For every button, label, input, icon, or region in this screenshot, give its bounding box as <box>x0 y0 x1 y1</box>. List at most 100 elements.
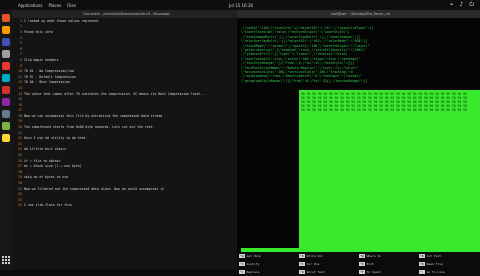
volume-icon[interactable]: ♪ <box>459 1 463 9</box>
shortcut-label: Get Help <box>246 254 262 258</box>
settings-icon[interactable] <box>2 50 10 58</box>
shortcut-key: ^\ <box>239 270 245 274</box>
burp-icon[interactable] <box>2 62 10 70</box>
hex-line: 90 90 90 90 90 90 90 90 90 90 90 90 90 9… <box>301 108 467 112</box>
terminal-titlebar: root@kali: ~/Desktop/Zlib_Recon_cnt <box>237 10 480 18</box>
shortcut[interactable]: ^R Read File <box>417 260 477 268</box>
line-number: 3 <box>20 29 22 34</box>
line-number: 11 <box>18 74 22 79</box>
nano-shortcut-bar: ^G Get Help ^O Write Out ^W Where Is ^K Cut Tex… <box>237 252 480 274</box>
system-tray[interactable]: ⌁ ♪ ⏻ <box>450 1 474 9</box>
shortcut-label: Go To Line <box>426 270 445 274</box>
shortcut[interactable]: ^K Cut Text <box>417 252 477 260</box>
line-number: 30 <box>18 181 22 186</box>
line-number: 21 <box>18 130 22 135</box>
line-number: 12 <box>18 80 22 85</box>
line-number: 19 <box>18 119 22 124</box>
line-number: 17 <box>18 108 22 113</box>
beef-icon[interactable] <box>2 122 10 130</box>
line-number: 2 <box>20 24 22 29</box>
terminal-output: ,\"width\":1184,\"sizeInfo\":{\"objectID… <box>241 26 476 83</box>
line-text: Now we filtered out the compressed data … <box>24 186 165 191</box>
line-text: I looked up what those values represent <box>24 18 99 23</box>
line-text: 78 01 - No Compression/low <box>24 69 74 74</box>
line-number: 23 <box>18 141 22 146</box>
line-text: bs = block size (1 = one byte) <box>24 164 82 169</box>
line-number: 34 <box>18 203 22 208</box>
line-number: 29 <box>18 175 22 180</box>
shortcut-key: ^W <box>359 254 365 258</box>
app-grid-icon[interactable] <box>2 256 10 264</box>
editor-line[interactable]: 34 I use zlib-flate for this <box>12 203 237 209</box>
line-text: Zlib magic headers <box>24 57 59 62</box>
shortcut[interactable]: ^O Write Out <box>297 252 357 260</box>
terminal-line: \"paragraphStyleRange\":[{\"from\":0,\"t… <box>241 78 368 83</box>
line-number: 14 <box>18 91 22 96</box>
line-text: Found this info <box>24 29 53 34</box>
system-top-bar: Applications Places Files Jul 15 16:36 ⌁… <box>0 0 480 10</box>
firefox-icon[interactable] <box>2 26 10 34</box>
line-number: 25 <box>18 153 22 158</box>
shortcut[interactable]: ^X Exit <box>357 260 417 268</box>
line-number: 18 <box>18 113 22 118</box>
shortcut-key: ^C <box>299 262 305 266</box>
shortcut-key: ^T <box>359 270 365 274</box>
dock <box>0 10 12 270</box>
text-editor[interactable]: 1I looked up what those values represent… <box>12 18 237 270</box>
armitage-icon[interactable] <box>2 110 10 118</box>
shortcut[interactable]: ^C Cur Pos <box>297 260 357 268</box>
editor-line[interactable]: 14 The value that comes after 78 indicate… <box>12 91 237 97</box>
network-icon[interactable]: ⌁ <box>450 1 454 9</box>
line-number: 5 <box>20 41 22 46</box>
line-text: The compressed starts from 0x00 byte onw… <box>24 125 155 130</box>
maltego-icon[interactable] <box>2 98 10 106</box>
line-number: 4 <box>20 35 22 40</box>
line-number: 15 <box>18 97 22 102</box>
line-text: skip no of bytes to use <box>24 175 69 180</box>
places-menu[interactable]: Places <box>48 3 61 8</box>
shortcut-key: ^O <box>299 254 305 258</box>
line-number: 28 <box>18 169 22 174</box>
line-text: Once I use dd utility to do that. <box>24 136 88 141</box>
shortcut[interactable]: ^W Where Is <box>357 252 417 260</box>
clock[interactable]: Jul 15 16:36 <box>229 3 253 8</box>
line-text: I use zlib-flate for this <box>24 203 72 208</box>
shortcut[interactable]: ^U Uncut Text <box>297 268 357 276</box>
line-number: 10 <box>18 69 22 74</box>
shortcut-label: Cur Pos <box>306 262 320 266</box>
line-number: 16 <box>18 102 22 107</box>
shortcut-key: ^G <box>239 254 245 258</box>
line-number: 6 <box>20 46 22 51</box>
notes-icon[interactable] <box>2 134 10 142</box>
line-text: Now we can uncompress this file by extra… <box>24 113 163 118</box>
hex-highlight: 90 90 90 90 90 90 90 90 90 90 90 90 90 9… <box>299 90 480 248</box>
line-number: 27 <box>18 164 22 169</box>
line-text: The value that comes after 78 indicates … <box>24 91 207 96</box>
shortcut-label: Read File <box>426 262 443 266</box>
line-number: 9 <box>20 63 22 68</box>
wireshark-icon[interactable] <box>2 86 10 94</box>
line-text: if = file to obtain <box>24 158 61 163</box>
shortcut[interactable]: ^J Justify <box>237 260 297 268</box>
metasploit-icon[interactable] <box>2 74 10 82</box>
shortcut[interactable]: ^G Get Help <box>237 252 297 260</box>
line-text: 78 DA - Best Compression <box>24 80 71 85</box>
line-number: 26 <box>18 158 22 163</box>
terminal-icon[interactable] <box>2 14 10 22</box>
line-number: 22 <box>18 136 22 141</box>
shortcut-label: Exit <box>366 262 374 266</box>
files-icon[interactable] <box>2 38 10 46</box>
line-number: 31 <box>18 186 22 191</box>
shortcut[interactable]: ^\ Replace <box>237 268 297 276</box>
shortcut-label: Write Out <box>306 254 323 258</box>
terminal-window[interactable]: ,\"width\":1184,\"sizeInfo\":{\"objectID… <box>237 18 480 270</box>
line-text: dd if=file bs=1 skip=x <box>24 147 67 152</box>
applications-menu[interactable]: Applications <box>18 3 42 8</box>
power-icon[interactable]: ⏻ <box>469 1 474 9</box>
shortcut[interactable]: ^T To Spell <box>357 268 417 276</box>
shortcut-key: ^K <box>419 254 425 258</box>
line-text: 78 9C - Default Compression <box>24 74 76 79</box>
files-menu[interactable]: Files <box>67 3 76 8</box>
shortcut[interactable]: ^_ Go To Line <box>417 268 477 276</box>
shortcut-label: Uncut Text <box>306 270 325 274</box>
